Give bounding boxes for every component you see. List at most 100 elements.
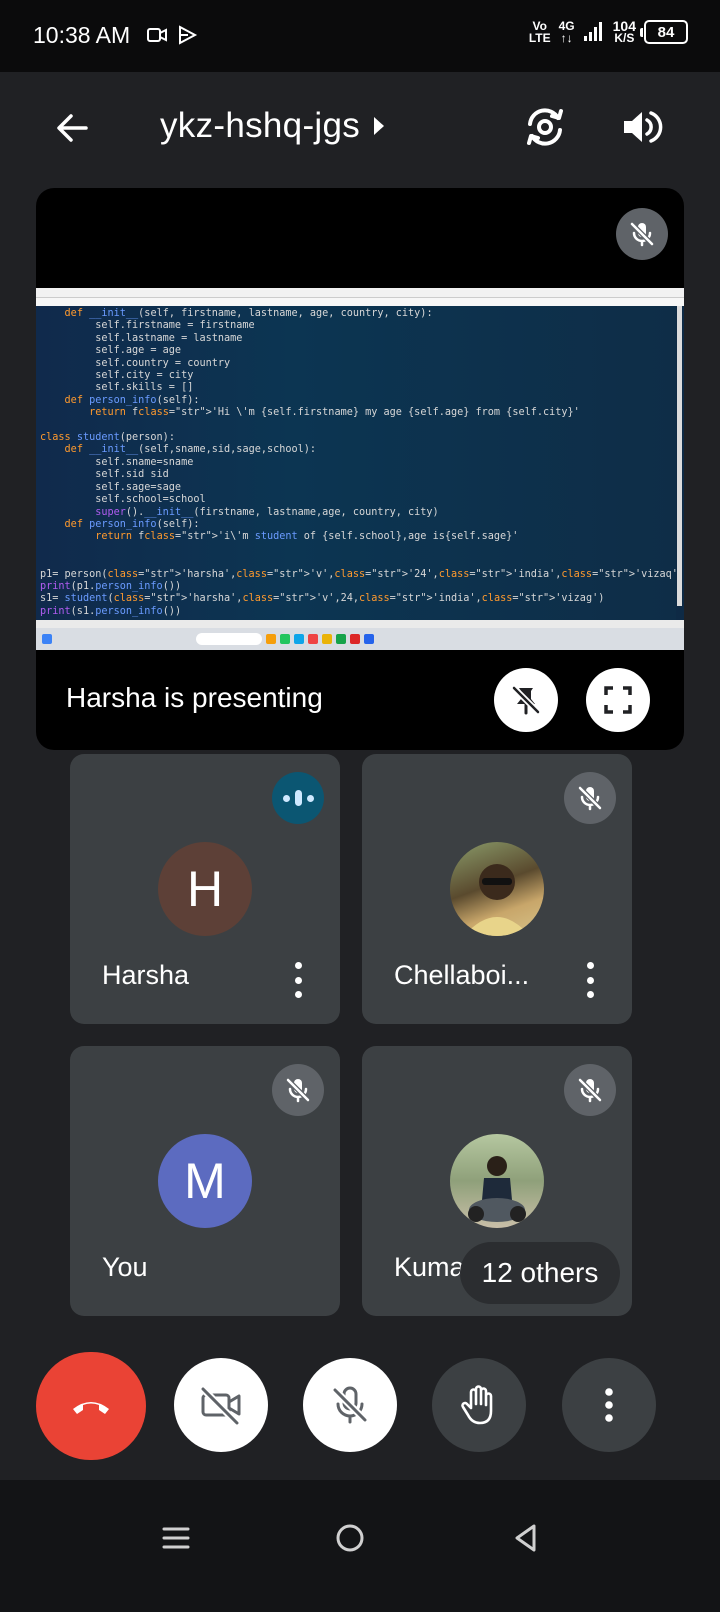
taskbar-app-icon [350, 634, 360, 644]
status-bar: 10:38 AM Vo LTE 4G ↑↓ 104 K/S 84 [0, 0, 720, 72]
participant-name: You [102, 1252, 148, 1282]
unpin-button[interactable] [494, 668, 558, 732]
presenter-mute-indicator [616, 208, 668, 260]
fullscreen-icon [604, 686, 632, 714]
end-call-button[interactable] [36, 1352, 146, 1460]
presentation-tile[interactable]: def __init__(self, firstname, lastname, … [36, 188, 684, 750]
participant-tile[interactable]: H Harsha [70, 754, 340, 1024]
chevron-right-icon [374, 117, 385, 135]
taskbar-app-icon [294, 634, 304, 644]
back-nav-button[interactable] [496, 1510, 556, 1566]
fullscreen-button[interactable] [586, 668, 650, 732]
weather-icon [42, 634, 52, 644]
microphone-toggle-button[interactable] [303, 1358, 397, 1452]
speaker-icon [624, 111, 663, 143]
menu-icon [162, 1527, 190, 1549]
home-circle-icon [336, 1524, 364, 1552]
taskbar-app-icon [336, 634, 346, 644]
taskbar-app-icon [364, 634, 374, 644]
participant-mute-indicator [564, 1064, 616, 1116]
person-photo-icon [468, 1156, 526, 1222]
video-notification-icon [147, 28, 167, 42]
back-triangle-icon [515, 1524, 536, 1552]
hang-up-icon [73, 1402, 109, 1414]
network-type-indicator: 4G ↑↓ [558, 19, 575, 45]
status-time: 10:38 AM [33, 22, 131, 48]
code-line: self.sid sid [40, 469, 169, 481]
system-navigation-bar [0, 1480, 720, 1612]
participant-more-button[interactable] [288, 960, 308, 1000]
code-line: self.school=school [40, 494, 206, 506]
window-titlebar [36, 288, 684, 298]
code-line: p1= person(class="str">'harsha',class="s… [40, 568, 676, 580]
more-options-button[interactable] [562, 1358, 656, 1452]
more-vert-icon [605, 1388, 613, 1422]
avatar-photo [450, 842, 544, 936]
avatar: H [158, 842, 252, 936]
recent-apps-button[interactable] [146, 1510, 206, 1566]
battery-icon: 84 [640, 20, 688, 44]
code-line: self.country = country [40, 357, 231, 369]
audio-output-button[interactable] [616, 102, 666, 152]
presentation-footer: Harsha is presenting [36, 650, 684, 750]
participant-tile[interactable]: Chellaboi... [362, 754, 632, 1024]
code-line: def person_info(self): [64, 394, 200, 406]
code-line: self.sname=sname [40, 456, 194, 468]
participant-mute-indicator [272, 1064, 324, 1116]
back-button[interactable] [50, 106, 94, 150]
unpin-icon [511, 685, 541, 715]
others-count-chip[interactable]: 12 others [460, 1242, 620, 1304]
code-line: s1= student(class="str">'harsha',class="… [40, 593, 605, 605]
window-statusbar [36, 620, 684, 628]
window-menubar [36, 298, 684, 306]
camera-off-icon [200, 1386, 241, 1426]
code-line: return fclass="str">'i\'m student of {se… [95, 531, 519, 543]
taskbar-app-icon [308, 634, 318, 644]
presenting-label: Harsha is presenting [66, 682, 323, 713]
mic-off-icon [578, 786, 602, 811]
signal-icon [583, 22, 602, 41]
switch-camera-icon [527, 108, 563, 146]
participant-mute-indicator [564, 772, 616, 824]
switch-camera-button[interactable] [520, 102, 570, 152]
editor-scrollbar [677, 306, 682, 606]
code-line: super().__init__(firstname, lastname,age… [95, 506, 439, 518]
code-line: self.lastname = lastname [40, 332, 243, 344]
taskbar-app-icon [280, 634, 290, 644]
mic-off-icon [630, 222, 654, 247]
avatar-photo [450, 1134, 544, 1228]
code-line: def person_info(self): [64, 518, 200, 530]
participant-name: Harsha [102, 960, 190, 990]
participant-name: Chellaboi... [394, 960, 530, 990]
code-line: self.firstname = firstname [40, 320, 255, 332]
taskbar-app-icon [322, 634, 332, 644]
participant-more-button[interactable] [580, 960, 600, 1000]
code-line: self.skills = [] [40, 382, 194, 394]
home-button[interactable] [320, 1510, 380, 1566]
code-line: return fclass="str">'Hi \'m {self.firstn… [89, 407, 580, 419]
back-arrow-icon [57, 114, 88, 142]
status-notification-icons [146, 24, 198, 46]
code-line: def __init__(self, firstname, lastname, … [64, 308, 433, 319]
code-line: def __init__(self,sname,sid,sage,school)… [64, 444, 317, 456]
taskbar-search [196, 633, 262, 645]
play-notification-icon [179, 25, 198, 45]
raise-hand-icon [461, 1385, 493, 1425]
person-photo-icon [464, 864, 530, 936]
status-system-icons: Vo LTE 4G ↑↓ 104 K/S 84 [528, 18, 688, 45]
taskbar-app-icon [266, 634, 276, 644]
code-editor: def __init__(self, firstname, lastname, … [36, 306, 676, 620]
participant-tile[interactable]: M You [70, 1046, 340, 1316]
camera-toggle-button[interactable] [174, 1358, 268, 1452]
raise-hand-button[interactable] [432, 1358, 526, 1452]
volte-indicator: Vo LTE [528, 19, 551, 45]
meeting-code: ykz-hshq-jgs [160, 106, 361, 145]
code-line: print(p1.person_info()) [40, 580, 182, 592]
meeting-info-button[interactable]: ykz-hshq-jgs [160, 106, 385, 146]
data-speed-indicator: 104 K/S [612, 18, 636, 45]
code-line: print(s1.person_info()) [40, 605, 182, 617]
code-line: self.city = city [40, 370, 194, 382]
